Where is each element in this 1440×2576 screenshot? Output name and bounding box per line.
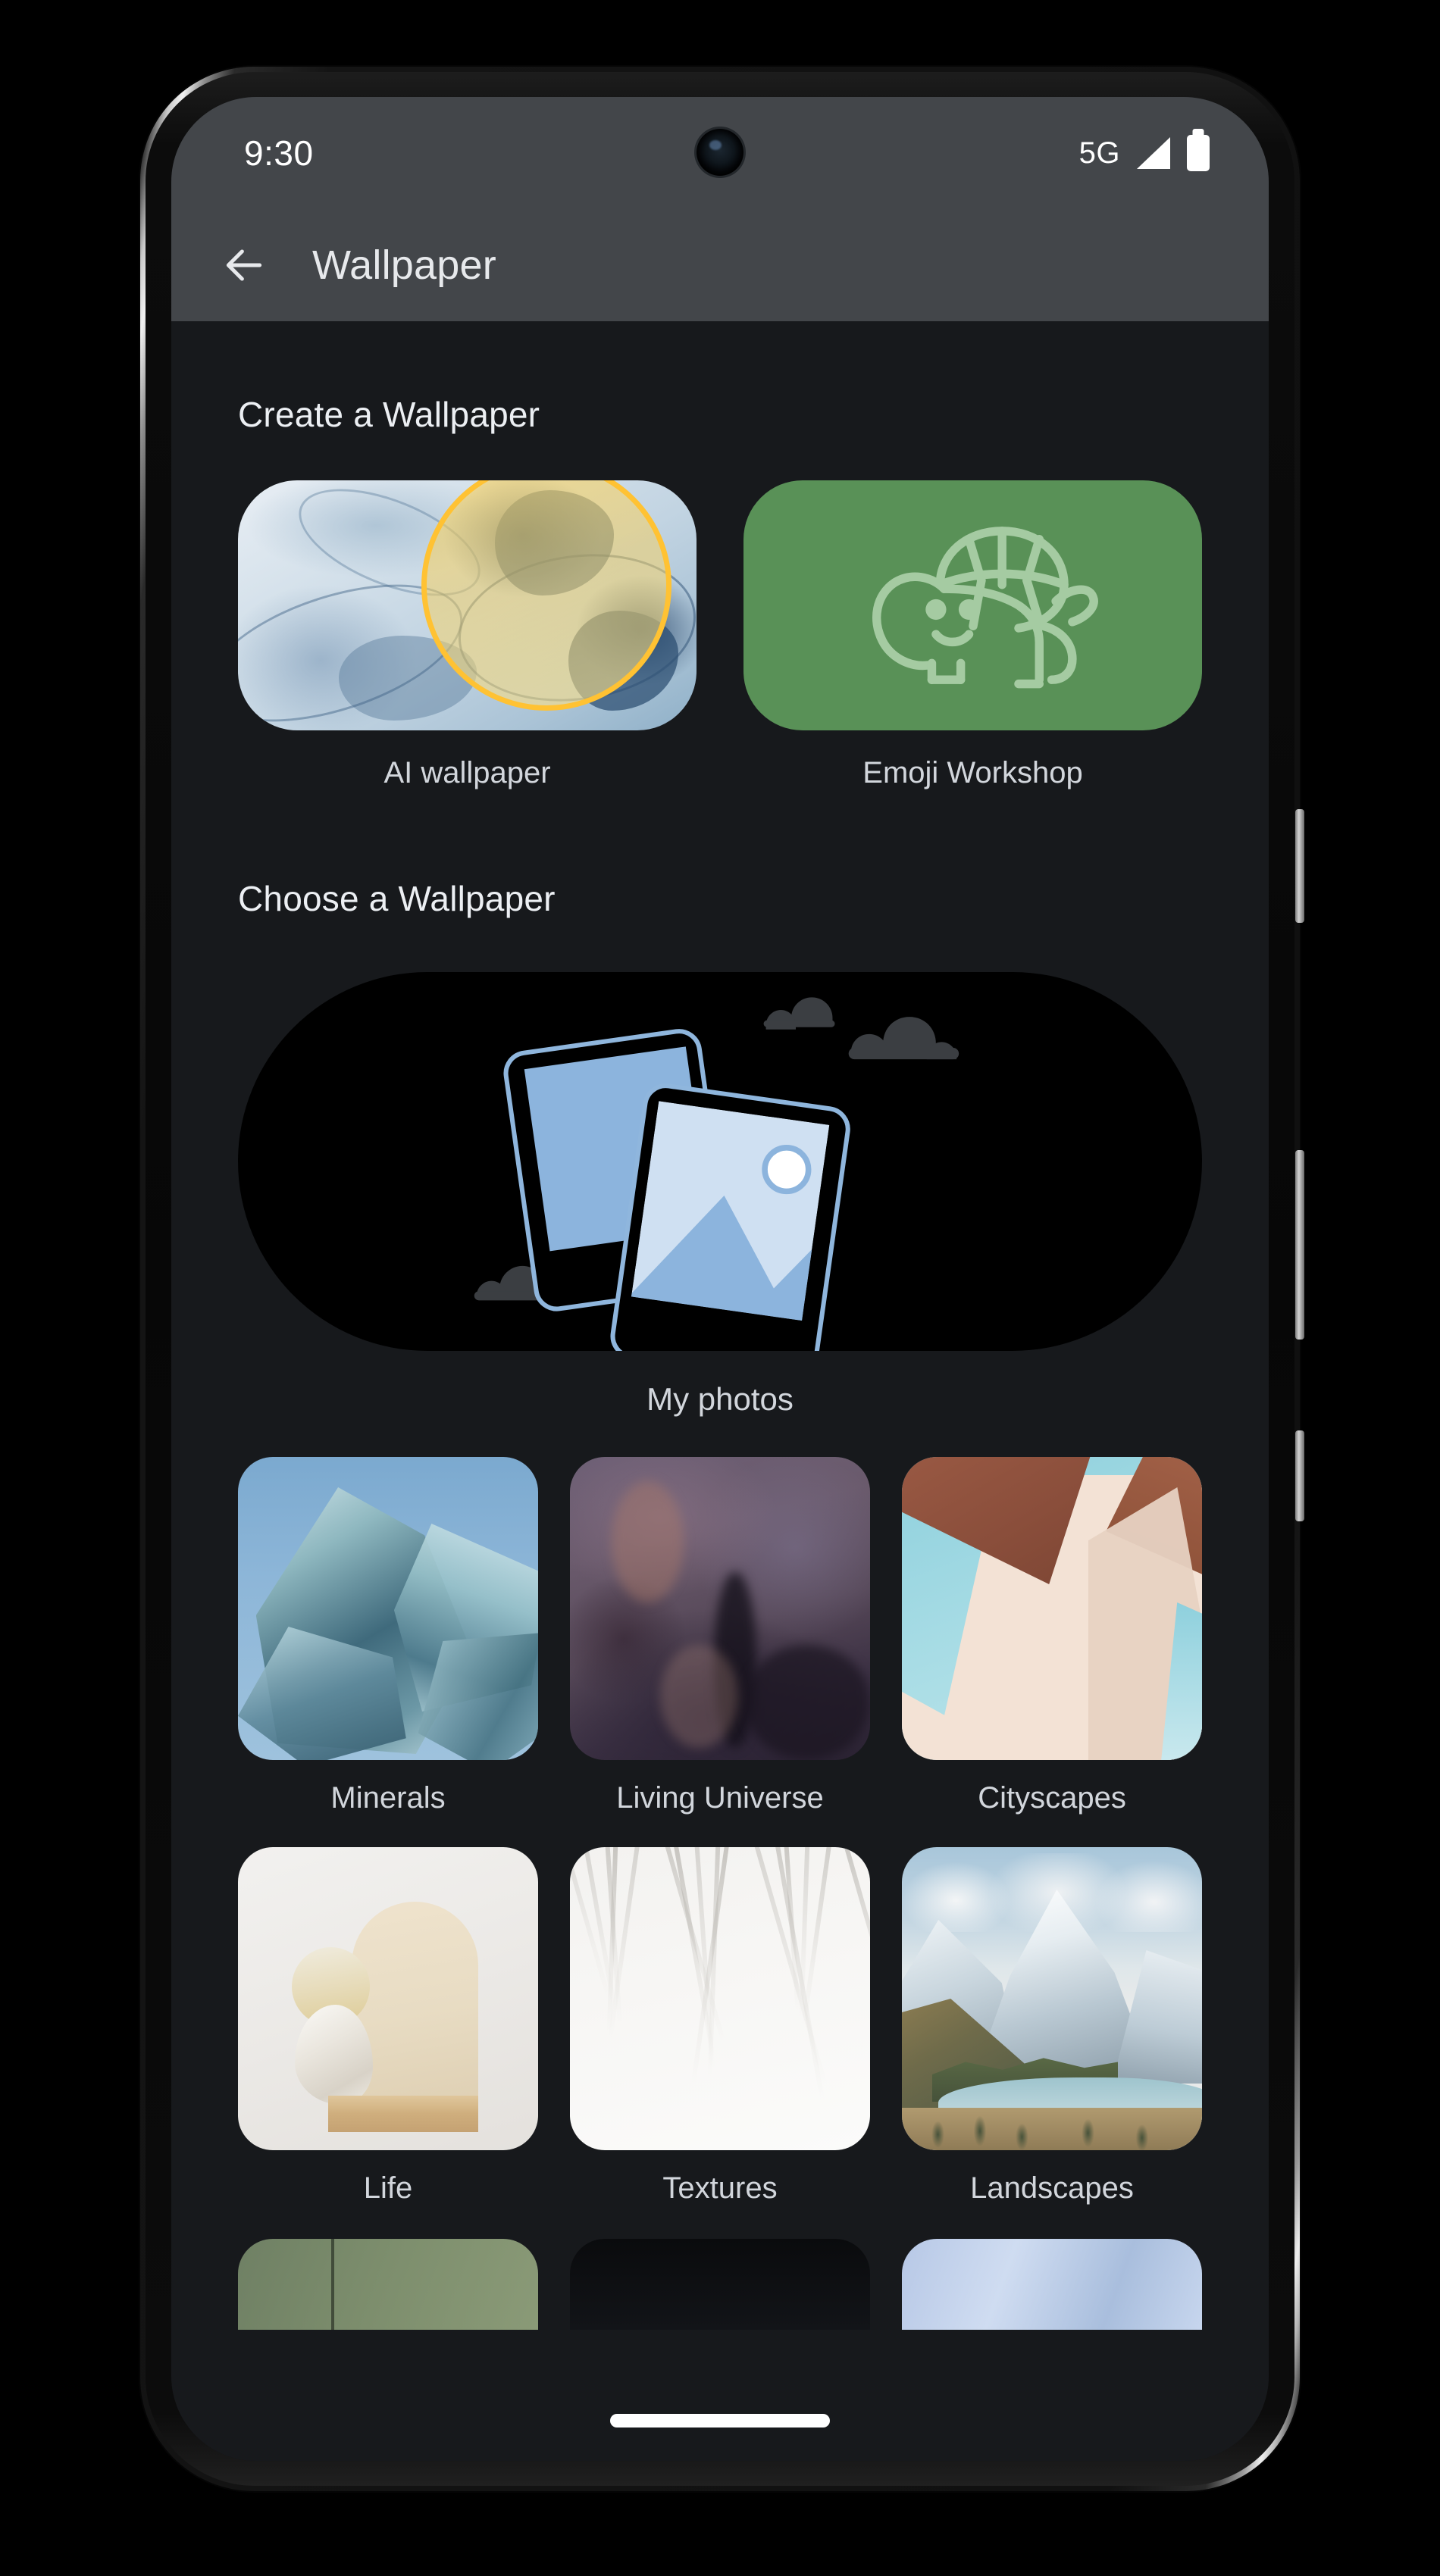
emoji-workshop-thumbnail[interactable] (743, 480, 1202, 730)
life-thumbnail[interactable] (238, 1847, 538, 2150)
emoji-workshop-artwork (743, 480, 1202, 730)
back-arrow-icon (226, 249, 262, 281)
cityscapes-thumbnail[interactable] (902, 1457, 1202, 1760)
wallpaper-content: Create a Wallpaper AI wallpaper Emoji Wo… (171, 321, 1269, 2461)
side-button-top[interactable] (1295, 809, 1304, 923)
category-label: Living Universe (616, 1781, 824, 1815)
my-photos-card[interactable] (238, 972, 1202, 1351)
back-button[interactable] (208, 229, 280, 302)
side-button-middle[interactable] (1295, 1150, 1304, 1340)
screenshot-stage: 9:30 5G Wallpaper Create a Wallpaper AI … (0, 0, 1440, 2576)
app-bar: Wallpaper (171, 209, 1269, 321)
create-item-label: Emoji Workshop (862, 756, 1083, 789)
create-item-ai-wallpaper[interactable]: AI wallpaper (238, 480, 697, 790)
grass-plume (783, 1847, 800, 2011)
phone-screen: 9:30 5G Wallpaper Create a Wallpaper AI … (171, 97, 1269, 2461)
living-universe-thumbnail[interactable] (570, 1457, 870, 1760)
network-type-label: 5G (1078, 136, 1120, 170)
choose-section-heading: Choose a Wallpaper (238, 879, 556, 918)
grass-plume (772, 1847, 825, 2101)
turtle-emoji-icon (872, 527, 1098, 689)
photo-frame-front-icon (610, 1083, 850, 1351)
category-label: Cityscapes (978, 1781, 1126, 1815)
category-label: Minerals (330, 1781, 446, 1815)
category-row-partial (171, 2206, 1269, 2330)
partial-thumbnail-left[interactable] (238, 2239, 538, 2330)
status-bar: 9:30 5G (171, 97, 1269, 209)
status-bar-icons: 5G (1079, 135, 1210, 171)
page-title: Wallpaper (312, 242, 496, 288)
side-button-bottom[interactable] (1295, 1430, 1304, 1521)
battery-full-icon (1187, 135, 1210, 171)
partial-thumbnail-right[interactable] (902, 2239, 1202, 2330)
landscapes-thumbnail[interactable] (902, 1847, 1202, 2150)
create-item-label: AI wallpaper (383, 756, 551, 789)
minerals-thumbnail[interactable] (238, 1457, 538, 1760)
my-photos-entry[interactable]: My photos (171, 919, 1269, 1418)
category-label: Life (363, 2171, 413, 2205)
ai-wallpaper-thumbnail[interactable] (238, 480, 697, 730)
my-photos-label: My photos (646, 1381, 794, 1417)
home-gesture-indicator[interactable] (610, 2414, 830, 2428)
create-section-heading: Create a Wallpaper (238, 395, 540, 434)
create-wallpaper-row: AI wallpaper Emoji Workshop (171, 435, 1269, 790)
category-item-cityscapes[interactable]: Cityscapes (902, 1457, 1202, 1815)
category-item-minerals[interactable]: Minerals (238, 1457, 538, 1815)
partial-thumbnail-middle[interactable] (570, 2239, 870, 2330)
category-item-textures[interactable]: Textures (570, 1847, 870, 2206)
status-bar-clock: 9:30 (244, 133, 314, 173)
category-label: Landscapes (970, 2171, 1134, 2205)
textures-thumbnail[interactable] (570, 1847, 870, 2150)
category-item-landscapes[interactable]: Landscapes (902, 1847, 1202, 2206)
photo-stack-illustration (474, 997, 959, 1351)
category-label: Textures (662, 2171, 778, 2205)
front-camera-punch-hole (697, 129, 743, 176)
wallpaper-category-grid: Minerals Living Universe Cityscapes Life… (171, 1418, 1269, 2206)
category-item-life[interactable]: Life (238, 1847, 538, 2206)
grass-plume (839, 1847, 870, 2031)
category-item-living-universe[interactable]: Living Universe (570, 1457, 870, 1815)
create-item-emoji-workshop[interactable]: Emoji Workshop (743, 480, 1202, 790)
signal-bars-icon (1137, 137, 1170, 169)
